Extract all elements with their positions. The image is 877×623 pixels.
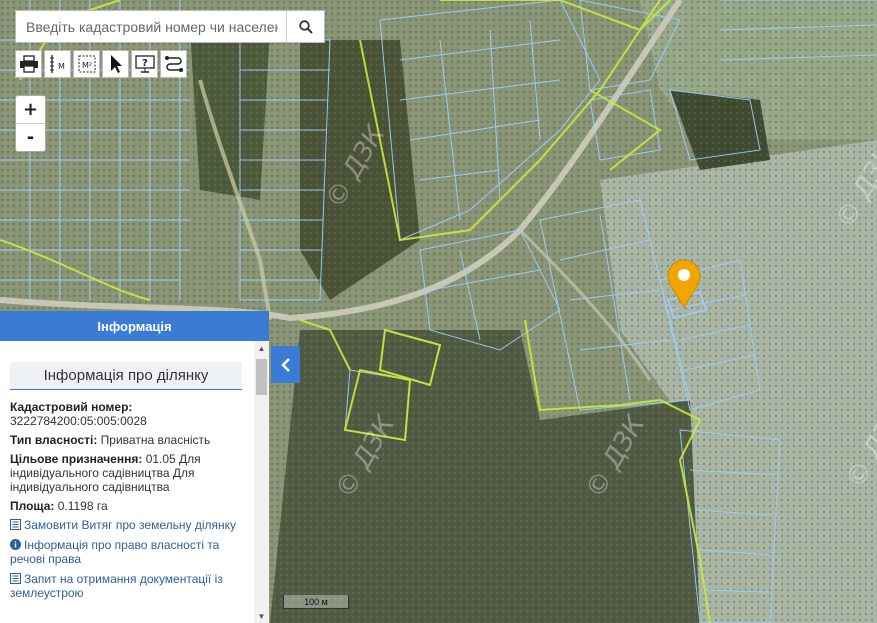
- purpose-label: Цільове призначення:: [10, 452, 143, 466]
- svg-text:M: M: [58, 62, 65, 71]
- measure-area-button[interactable]: M²: [73, 50, 100, 78]
- panel-body: Інформація про ділянку Кадастровий номер…: [0, 341, 253, 623]
- info-button[interactable]: ?: [131, 50, 158, 78]
- cursor-icon: [110, 55, 122, 73]
- area-measure-icon: M²: [78, 55, 95, 73]
- svg-text:?: ?: [142, 58, 148, 69]
- land-docs-request-label: Запит на отримання документації із земле…: [10, 572, 223, 600]
- ownership-value: Приватна власність: [100, 433, 211, 447]
- area-row: Площа: 0.1198 га: [10, 499, 253, 513]
- search-button[interactable]: [286, 11, 324, 42]
- info-circle-icon: [10, 539, 21, 550]
- document-icon: [10, 519, 21, 530]
- document-icon: [10, 573, 21, 584]
- area-value: 0.1198 га: [57, 499, 108, 513]
- cadastral-row: Кадастровий номер: 3222784200:05:005:002…: [10, 400, 253, 428]
- zoom-control: + -: [15, 95, 46, 152]
- parcel-info-title: Інформація про ділянку: [10, 362, 242, 390]
- print-button[interactable]: [15, 50, 42, 78]
- scroll-up-arrow[interactable]: ▲: [254, 341, 269, 355]
- land-docs-request-link[interactable]: Запит на отримання документації із земле…: [10, 572, 253, 600]
- ruler-icon: M: [49, 55, 65, 73]
- printer-icon: [19, 55, 38, 73]
- panel-header: Інформація: [0, 311, 269, 341]
- ownership-rights-link[interactable]: Інформація про право власності та речові…: [10, 538, 253, 566]
- map-toolbar: M M² ?: [15, 50, 187, 80]
- panel-scrollbar[interactable]: ▲ ▼: [254, 341, 269, 623]
- zoom-out-button[interactable]: -: [16, 123, 45, 151]
- area-label: Площа:: [10, 499, 55, 513]
- select-button[interactable]: [102, 50, 129, 78]
- ownership-label: Тип власності:: [10, 433, 98, 447]
- zoom-in-button[interactable]: +: [16, 96, 45, 123]
- scroll-thumb[interactable]: [256, 359, 267, 395]
- purpose-row: Цільове призначення: 01.05 Для індивідуа…: [10, 452, 253, 494]
- order-extract-link[interactable]: Замовити Витяг про земельну ділянку: [10, 518, 253, 532]
- search-icon: [298, 19, 313, 34]
- info-panel: Інформація Інформація про ділянку Кадаст…: [0, 311, 269, 623]
- route-button[interactable]: [160, 50, 187, 78]
- svg-text:M²: M²: [82, 61, 92, 70]
- ownership-row: Тип власності: Приватна власність: [10, 433, 253, 447]
- collapse-panel-button[interactable]: [271, 346, 300, 383]
- measure-distance-button[interactable]: M: [44, 50, 71, 78]
- info-screen-icon: ?: [134, 55, 155, 73]
- chevron-left-icon: [280, 357, 290, 372]
- ownership-rights-label: Інформація про право власності та речові…: [10, 538, 220, 566]
- scroll-down-arrow[interactable]: ▼: [254, 609, 269, 623]
- cadastral-label: Кадастровий номер:: [10, 400, 133, 414]
- scale-bar: 100 м: [283, 595, 349, 609]
- cadastral-value: 3222784200:05:005:0028: [10, 414, 147, 428]
- route-icon: [164, 56, 183, 72]
- search-box: [15, 10, 325, 43]
- search-input[interactable]: [16, 11, 288, 42]
- order-extract-label: Замовити Витяг про земельну ділянку: [24, 518, 237, 532]
